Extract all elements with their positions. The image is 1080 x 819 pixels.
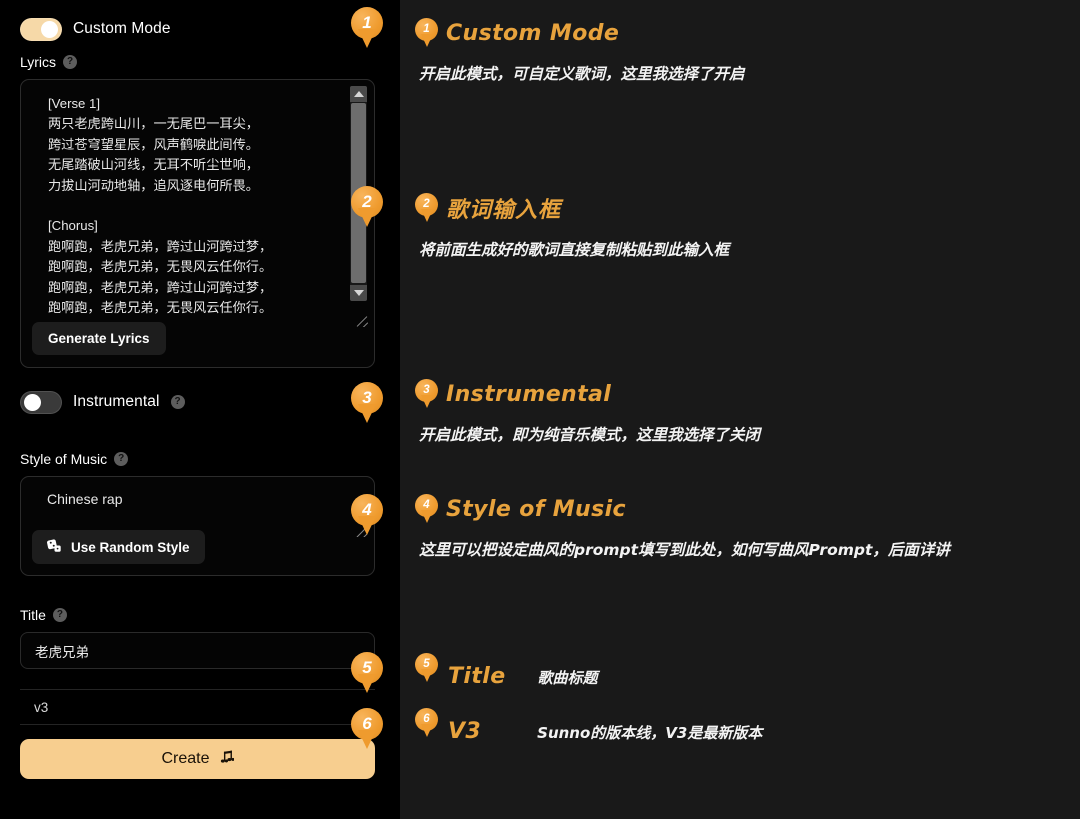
instrumental-row: Instrumental ? [20, 387, 375, 417]
help-icon[interactable]: ? [63, 55, 78, 69]
version-select[interactable] [20, 689, 375, 725]
note-5-title: Title [448, 664, 506, 689]
note-1-body: 开启此模式，可自定义歌词，这里我选择了开启 [419, 65, 745, 83]
panel-divider [395, 0, 400, 819]
lyrics-label: Lyrics [20, 54, 57, 70]
create-button-label: Create [161, 750, 210, 767]
note-1-title: Custom Mode [446, 20, 620, 46]
pin-marker-5: 5 [351, 652, 383, 694]
note-2: 2 歌词输入框 将前面生成好的歌词直接复制粘贴到此输入框 [415, 192, 729, 264]
lyrics-textarea[interactable]: [Verse 1] 两只老虎跨山川，一无尾巴一耳尖， 跨过苍穹望星辰，风声鹤唳此… [20, 79, 375, 368]
note-2-head: 2 歌词输入框 [415, 192, 729, 224]
generate-lyrics-button[interactable]: Generate Lyrics [32, 322, 166, 355]
pin-marker-3: 3 [351, 382, 383, 424]
style-of-music-label-row: Style of Music ? [20, 451, 375, 467]
pin-marker-6: 6 [351, 708, 383, 750]
note-3-title: Instrumental [446, 381, 612, 407]
pin-marker-5: 5 [415, 653, 438, 683]
custom-mode-row: Custom Mode [20, 14, 375, 44]
note-4-body: 这里可以把设定曲风的prompt填写到此处，如何写曲风Prompt，后面详讲 [419, 541, 950, 559]
pin-marker-3: 3 [415, 379, 438, 409]
title-label: Title [20, 607, 46, 623]
custom-mode-label: Custom Mode [73, 20, 171, 37]
style-of-music-textarea[interactable]: Chinese rap Use Random Style [20, 476, 375, 576]
pin-marker-4: 4 [415, 494, 438, 524]
create-button[interactable]: Create [20, 739, 375, 779]
note-6: 6 V3 Sunno的版本线，V3是最新版本 [415, 708, 762, 744]
pin-marker-1: 1 [415, 18, 438, 48]
scroll-up-arrow-icon[interactable] [350, 86, 367, 102]
note-6-body: Sunno的版本线，V3是最新版本 [537, 724, 763, 742]
note-4-title: Style of Music [446, 496, 626, 522]
note-3-body: 开启此模式，即为纯音乐模式，这里我选择了关闭 [419, 426, 761, 444]
style-of-music-label: Style of Music [20, 451, 108, 467]
instrumental-toggle[interactable] [20, 390, 62, 414]
lyrics-text-content: [Verse 1] 两只老虎跨山川，一无尾巴一耳尖， 跨过苍穹望星辰，风声鹤唳此… [48, 96, 273, 316]
pin-marker-2: 2 [415, 193, 438, 223]
note-6-head: 6 V3 Sunno的版本线，V3是最新版本 [415, 708, 762, 744]
pin-marker-4: 4 [351, 494, 383, 536]
pin-marker-2: 2 [351, 186, 383, 228]
note-3-head: 3 Instrumental [415, 379, 760, 409]
custom-mode-toggle[interactable] [20, 17, 62, 41]
note-6-title: V3 [448, 719, 482, 744]
title-input[interactable] [20, 632, 375, 669]
note-4: 4 Style of Music 这里可以把设定曲风的prompt填写到此处，如… [415, 494, 1035, 564]
help-icon[interactable]: ? [170, 395, 185, 409]
style-of-music-value: Chinese rap [47, 491, 123, 507]
annotated-suno-create-screen: Custom Mode Lyrics ? [Verse 1] 两只老虎跨山川，一… [0, 0, 1080, 819]
use-random-style-button[interactable]: Use Random Style [32, 530, 205, 564]
instrumental-label: Instrumental [73, 393, 160, 410]
dice-icon [47, 538, 62, 556]
pin-marker-1: 1 [351, 7, 383, 49]
note-5-body: 歌曲标题 [537, 669, 598, 687]
resize-handle-icon[interactable] [353, 312, 368, 327]
suno-create-form-panel: Custom Mode Lyrics ? [Verse 1] 两只老虎跨山川，一… [0, 0, 395, 819]
note-2-title: 歌词输入框 [446, 198, 562, 223]
annotation-notes-panel: 1 Custom Mode 开启此模式，可自定义歌词，这里我选择了开启 2 歌词… [395, 0, 1080, 819]
note-5: 5 Title 歌曲标题 [415, 653, 598, 689]
scroll-down-arrow-icon[interactable] [350, 285, 367, 301]
use-random-style-label: Use Random Style [71, 539, 190, 555]
note-5-head: 5 Title 歌曲标题 [415, 653, 598, 689]
note-2-body: 将前面生成好的歌词直接复制粘贴到此输入框 [419, 241, 730, 259]
note-1: 1 Custom Mode 开启此模式，可自定义歌词，这里我选择了开启 [415, 18, 745, 88]
lyrics-label-row: Lyrics ? [20, 54, 375, 70]
toggle-knob [41, 20, 58, 38]
help-icon[interactable]: ? [52, 608, 67, 622]
help-icon[interactable]: ? [114, 452, 129, 466]
note-1-head: 1 Custom Mode [415, 18, 745, 48]
title-label-row: Title ? [20, 607, 375, 623]
note-4-head: 4 Style of Music [415, 494, 1035, 524]
pin-marker-6: 6 [415, 708, 438, 738]
music-note-icon [219, 749, 235, 770]
toggle-knob [24, 393, 41, 411]
note-3: 3 Instrumental 开启此模式，即为纯音乐模式，这里我选择了关闭 [415, 379, 760, 449]
